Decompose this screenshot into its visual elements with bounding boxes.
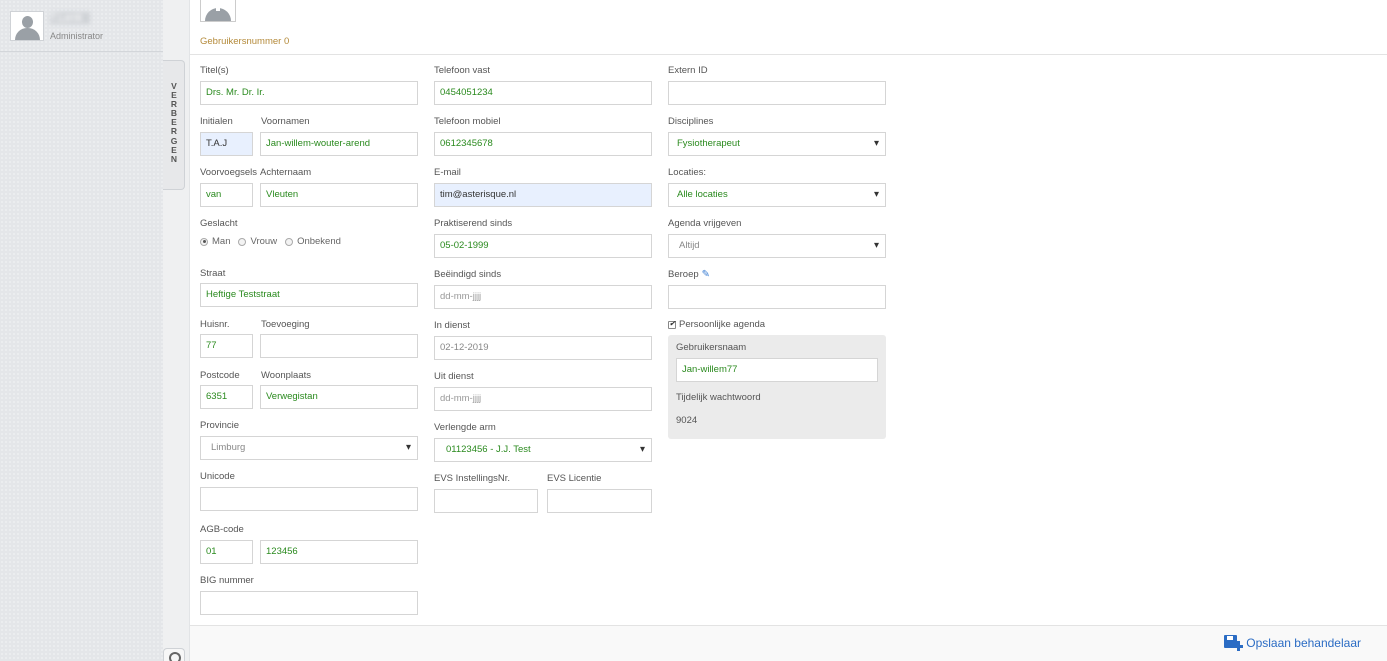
personal-agenda-label: Persoonlijke agenda — [679, 319, 766, 330]
practicing-label: Praktiserend sinds — [434, 218, 513, 229]
unicode-input[interactable] — [200, 487, 418, 511]
arm-label: Verlengde arm — [434, 422, 496, 433]
agb-prefix-input[interactable]: 01 — [200, 540, 253, 564]
username-label: Gebruikersnaam — [676, 342, 747, 353]
arm-select[interactable]: 01123456 - J.J. Test — [434, 438, 652, 462]
external-id-label: Extern ID — [668, 65, 708, 76]
agb-label: AGB-code — [200, 524, 244, 535]
prefix-input[interactable]: van — [200, 183, 253, 207]
divider — [190, 54, 1387, 55]
left-service-label: Uit dienst — [434, 371, 474, 382]
username-input[interactable]: Jan-willem77 — [676, 358, 878, 382]
gender-option-label: Onbekend — [297, 236, 341, 247]
email-label: E-mail — [434, 167, 461, 178]
evs-license-label: EVS Licentie — [547, 473, 602, 484]
profession-label-row: Beroep ✎ — [668, 269, 710, 280]
city-input[interactable]: Verwegistan — [260, 385, 418, 409]
housenr-input[interactable]: 77 — [200, 334, 253, 358]
sidebar: T.Lenk Administrator — [0, 0, 163, 661]
save-button[interactable]: Opslaan behandelaar — [1224, 635, 1361, 651]
unicode-label: Unicode — [200, 471, 235, 482]
initials-input[interactable]: T.A.J — [200, 132, 253, 156]
titles-input[interactable]: Drs. Mr. Dr. Ir. — [200, 81, 418, 105]
locations-label: Locaties: — [668, 167, 707, 178]
addition-input[interactable] — [260, 334, 418, 358]
pencil-icon[interactable]: ✎ — [702, 269, 710, 280]
province-label: Provincie — [200, 420, 240, 431]
addition-label: Toevoeging — [261, 319, 310, 330]
sidebar-user-role: Administrator — [50, 31, 104, 41]
gender-radio-group: Man Vrouw Onbekend — [200, 236, 341, 247]
profession-input[interactable] — [668, 285, 886, 309]
locations-select[interactable]: Alle locaties — [668, 183, 886, 207]
initials-label: Initialen — [200, 116, 233, 127]
save-button-label: Opslaan behandelaar — [1246, 636, 1361, 650]
gender-option-label: Vrouw — [250, 236, 278, 247]
collapse-sidebar-label: V E R B E R G E N — [170, 81, 178, 164]
ended-input[interactable]: dd-mm-jjjj — [434, 285, 652, 309]
profession-label: Beroep — [668, 269, 699, 280]
temp-password-label: Tijdelijk wachtwoord — [676, 392, 761, 403]
lastname-input[interactable]: Vleuten — [260, 183, 418, 207]
left-service-input[interactable]: dd-mm-jjjj — [434, 387, 652, 411]
phone-input[interactable]: 0454051234 — [434, 81, 652, 105]
employed-input[interactable]: 02-12-2019 — [434, 336, 652, 360]
agb-code-input[interactable]: 123456 — [260, 540, 418, 564]
gender-radio-vrouw[interactable]: Vrouw — [238, 236, 277, 247]
evs-license-input[interactable] — [547, 489, 652, 513]
collapse-sidebar-tab[interactable]: V E R B E R G E N — [163, 60, 185, 190]
postcode-label: Postcode — [200, 370, 240, 381]
phone-label: Telefoon vast — [434, 65, 490, 76]
street-input[interactable]: Heftige Teststraat — [200, 283, 418, 307]
employed-label: In dienst — [434, 320, 470, 331]
big-input[interactable] — [200, 591, 418, 615]
mobile-input[interactable]: 0612345678 — [434, 132, 652, 156]
disciplines-select[interactable]: Fysiotherapeut — [668, 132, 886, 156]
big-label: BIG nummer — [200, 575, 254, 586]
save-add-icon — [1224, 635, 1244, 651]
gender-radio-onbekend[interactable]: Onbekend — [285, 236, 341, 247]
postcode-input[interactable]: 6351 — [200, 385, 253, 409]
gender-option-label: Man — [212, 236, 231, 247]
province-select[interactable]: Limburg — [200, 436, 418, 460]
temp-password-value: 9024 — [676, 415, 698, 426]
user-photo[interactable] — [200, 0, 236, 22]
street-label: Straat — [200, 268, 226, 279]
city-label: Woonplaats — [261, 370, 311, 381]
gender-label: Geslacht — [200, 218, 238, 229]
main-content: Gebruikersnummer 0 Titel(s) Drs. Mr. Dr.… — [190, 0, 1387, 661]
housenr-label: Huisnr. — [200, 319, 230, 330]
lastname-label: Achternaam — [260, 167, 312, 178]
sidebar-user-name: T.Lenk — [50, 12, 90, 24]
avatar — [10, 11, 44, 41]
firstnames-input[interactable]: Jan-willem-wouter-arend — [260, 132, 418, 156]
ended-label: Beëindigd sinds — [434, 269, 502, 280]
evs-nr-label: EVS InstellingsNr. — [434, 473, 511, 484]
prefix-label: Voorvoegsels — [200, 167, 258, 178]
agenda-label: Agenda vrijgeven — [668, 218, 742, 229]
email-input[interactable]: tim@asterisque.nl — [434, 183, 652, 207]
titles-label: Titel(s) — [200, 65, 229, 76]
agenda-select[interactable]: Altijd — [668, 234, 886, 258]
refresh-icon[interactable] — [163, 648, 185, 661]
firstnames-label: Voornamen — [261, 116, 310, 127]
user-number: Gebruikersnummer 0 — [200, 36, 290, 47]
mobile-label: Telefoon mobiel — [434, 116, 501, 127]
practicing-input[interactable]: 05-02-1999 — [434, 234, 652, 258]
disciplines-label: Disciplines — [668, 116, 714, 127]
personal-agenda-checkbox[interactable]: Persoonlijke agenda — [668, 319, 765, 330]
sidebar-user-block[interactable]: T.Lenk Administrator — [0, 0, 163, 52]
footer-bar: Opslaan behandelaar — [190, 625, 1387, 661]
gender-radio-man[interactable]: Man — [200, 236, 230, 247]
external-id-input[interactable] — [668, 81, 886, 105]
evs-nr-input[interactable] — [434, 489, 538, 513]
